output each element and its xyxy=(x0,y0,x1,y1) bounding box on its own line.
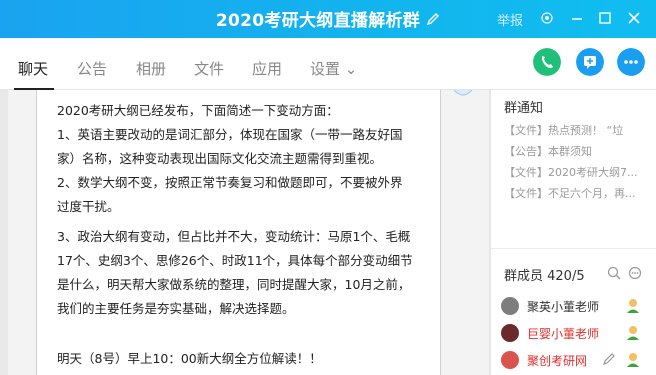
message-corner-icon xyxy=(453,90,473,96)
member-item[interactable]: 聚创考研网 xyxy=(501,349,656,371)
settings-icon[interactable] xyxy=(540,11,554,25)
message-line: 我们的主要任务是夯实基础，解决选择题。 xyxy=(57,301,295,316)
member-item[interactable]: 聚英小董老师 xyxy=(501,295,656,317)
panel-separator xyxy=(491,248,656,249)
tab-files[interactable]: 文件 xyxy=(194,58,224,79)
maximize-icon[interactable] xyxy=(598,11,612,25)
notice-item[interactable]: 【文件】不足六个月，再... xyxy=(504,185,636,201)
member-name: 巨婴小董老师 xyxy=(527,327,600,341)
avatar xyxy=(501,351,519,369)
tab-announcements[interactable]: 公告 xyxy=(77,58,107,79)
avatar xyxy=(501,324,519,342)
member-name: 聚英小董老师 xyxy=(527,300,600,314)
more-options-icon[interactable] xyxy=(617,48,645,76)
notice-item[interactable]: 【文件】热点预测！ “垃 xyxy=(504,122,623,138)
edit-member-icon[interactable] xyxy=(601,351,617,367)
title-bar: 2020考研大纲直播解析群 举报 xyxy=(0,0,656,38)
window-title: 2020考研大纲直播解析群 xyxy=(215,11,421,31)
phone-call-icon[interactable] xyxy=(533,48,561,76)
tab-settings[interactable]: 设置 ⌄ xyxy=(310,58,357,79)
tab-chat[interactable]: 聊天 xyxy=(18,58,48,79)
minimize-icon[interactable] xyxy=(570,11,584,25)
window-title-area: 2020考研大纲直播解析群 xyxy=(0,6,656,31)
group-notice-title: 群通知 xyxy=(504,101,544,116)
message-bubble[interactable]: 2020考研大纲已经发布，下面简述一下变动方面： 1、英语主要改动的是词汇部分，… xyxy=(36,90,441,375)
message-line: 2020考研大纲已经发布，下面简述一下变动方面： xyxy=(57,103,339,118)
admin-badge-icon xyxy=(627,326,639,340)
members-title: 群成员 420/5 xyxy=(504,269,585,284)
report-button[interactable]: 举报 xyxy=(497,10,523,29)
tab-album[interactable]: 相册 xyxy=(136,58,166,79)
owner-badge-icon xyxy=(627,299,639,313)
close-icon[interactable] xyxy=(627,11,641,25)
message-line: 明天（8号）早上10：00新大纲全方位解读！！ xyxy=(57,351,322,366)
member-item[interactable]: 巨婴小董老师 xyxy=(501,322,656,344)
tab-apps[interactable]: 应用 xyxy=(252,58,282,79)
notice-item[interactable]: 【公告】本群须知 xyxy=(504,143,592,159)
message-line: 是什么，明天帮大家做系统的整理，同时提醒大家，10月之前， xyxy=(57,277,411,292)
message-line: 1、英语主要改动的是词汇部分，体现在国家（一带一路友好国 xyxy=(57,127,403,142)
message-area[interactable]: 2020考研大纲已经发布，下面简述一下变动方面： 1、英语主要改动的是词汇部分，… xyxy=(0,90,489,375)
member-name: 聚创考研网 xyxy=(527,354,588,368)
notice-item[interactable]: 【文件】2020考研大纲7... xyxy=(504,164,637,180)
edit-title-icon[interactable] xyxy=(426,12,440,26)
share-screen-icon[interactable] xyxy=(576,48,604,76)
message-line: 过度干扰。 xyxy=(57,199,120,214)
left-scroll-edge xyxy=(0,90,8,375)
message-line: 2、数学大纲不变，按照正常节奏复习和做题即可，不要被外界 xyxy=(57,175,403,190)
right-panel: 群通知 【文件】热点预测！ “垃 【公告】本群须知 【文件】2020考研大纲7.… xyxy=(491,90,656,375)
member-search-icon[interactable] xyxy=(607,266,621,280)
member-more-icon[interactable] xyxy=(628,266,642,280)
message-line: 家）名称，这种变动表现出国际文化交流主题需得到重视。 xyxy=(57,151,383,166)
message-line: 17个、史纲3个、思修26个、时政11个，具体每个部分变动细节 xyxy=(57,253,413,268)
avatar xyxy=(501,297,519,315)
admin-badge-icon xyxy=(627,353,639,367)
message-line: 3、政治大纲有变动，但占比并不大，变动统计：马原1个、毛概 xyxy=(57,229,411,244)
